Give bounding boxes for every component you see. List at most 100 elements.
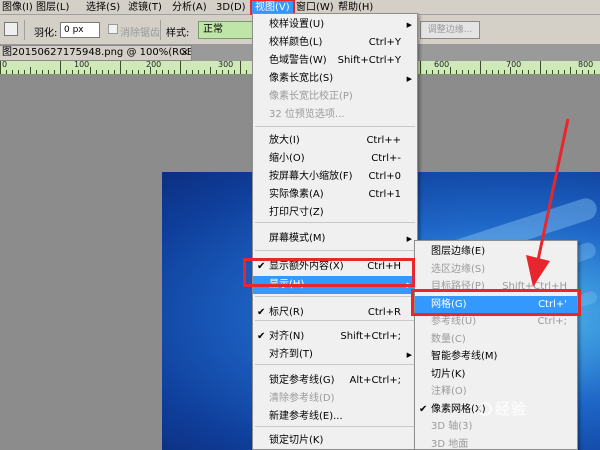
menu-item-label: 屏幕模式(M)	[269, 233, 326, 244]
ruler-tick	[486, 70, 487, 74]
menu-item-label: 校样设置(U)	[269, 19, 325, 30]
menu-item-shortcut: Ctrl+1	[368, 189, 401, 200]
menu-item-shortcut: Ctrl+-	[371, 153, 401, 164]
ruler-tick	[192, 70, 193, 74]
arrow-shaft	[535, 118, 570, 266]
ruler-tick	[228, 70, 229, 74]
menu-item-shortcut: Shift+Ctrl+Y	[337, 55, 401, 66]
show-submenu-item[interactable]: 参考线(U) Ctrl+;	[415, 313, 577, 331]
menu-image[interactable]: 图像(I)	[2, 1, 33, 14]
antialias-checkbox[interactable]	[108, 24, 118, 34]
view-menu-item[interactable]: 锁定切片(K)	[253, 432, 417, 450]
ruler-tick	[420, 61, 421, 74]
ruler-tick	[162, 70, 163, 74]
watermark: 经验	[478, 398, 527, 419]
arrow-head	[526, 255, 550, 287]
menu-item-label: 色域警告(W)	[269, 55, 327, 66]
view-menu-item[interactable]: 新建参考线(E)...	[253, 408, 417, 426]
view-menu-item[interactable]: 放大(I) Ctrl++	[253, 132, 417, 150]
refine-edge-button[interactable]: 调整边缘...	[420, 21, 480, 39]
ruler-tick	[126, 70, 127, 74]
show-submenu-item[interactable]: 3D 地面	[415, 436, 577, 450]
checkmark-icon: ✔	[257, 307, 266, 318]
view-menu-item[interactable]: 32 位预览选项...	[253, 106, 417, 124]
ruler-tick	[474, 70, 475, 74]
view-menu-item[interactable]: 打印尺寸(Z)	[253, 204, 417, 222]
ruler-tick	[90, 67, 91, 74]
ruler-tick	[66, 70, 67, 74]
feather-input[interactable]: 0 px	[60, 22, 100, 38]
ruler-tick	[186, 70, 187, 74]
feather-label: 羽化:	[34, 28, 58, 39]
show-submenu-item[interactable]: 智能参考线(M)	[415, 348, 577, 366]
view-menu: 校样设置(U) ▶ 校样颜色(L) Ctrl+Y 色域警告(W) Shift+Ctrl+Y…	[252, 13, 418, 450]
menu-filter[interactable]: 滤镜(T)	[128, 1, 162, 14]
view-menu-item[interactable]: ✔ 显示额外内容(X) Ctrl+H	[253, 258, 417, 276]
view-menu-item[interactable]: 对齐到(T) ▶	[253, 346, 417, 364]
ruler-tick	[234, 70, 235, 74]
ruler-tick	[120, 61, 121, 74]
ruler-tick	[552, 70, 553, 74]
ruler-tick	[498, 70, 499, 74]
show-submenu-item[interactable]: 切片(K)	[415, 366, 577, 384]
ruler-tick	[432, 70, 433, 74]
ruler-tick	[516, 70, 517, 74]
submenu-arrow-icon: ▶	[406, 281, 412, 289]
menu-3d[interactable]: 3D(D)	[216, 1, 246, 14]
ruler-tick	[564, 70, 565, 74]
view-menu-item[interactable]: 缩小(O) Ctrl+-	[253, 150, 417, 168]
view-menu-item[interactable]: 像素长宽比(S) ▶	[253, 70, 417, 88]
ruler-tick	[42, 70, 43, 74]
separator	[160, 20, 161, 40]
view-menu-item[interactable]: 色域警告(W) Shift+Ctrl+Y	[253, 52, 417, 70]
menu-item-shortcut: Ctrl+0	[368, 171, 401, 182]
ruler-tick	[570, 67, 571, 74]
view-menu-item[interactable]: 显示(H) ▶	[253, 276, 417, 294]
menu-item-label: 显示(H)	[269, 279, 305, 290]
document-tab[interactable]: 图20150627175948.png @ 100%(RGB/8) ×	[0, 45, 192, 61]
ruler-number: 0	[2, 61, 8, 69]
ruler-number: 300	[218, 61, 234, 69]
view-menu-item[interactable]: 校样颜色(L) Ctrl+Y	[253, 34, 417, 52]
menu-divider	[255, 126, 415, 127]
view-menu-item[interactable]: 像素长宽比校正(P)	[253, 88, 417, 106]
ruler-tick	[240, 61, 241, 74]
menu-item-label: 对齐(N)	[269, 331, 305, 342]
marquee-tool-icon[interactable]	[4, 22, 18, 36]
ruler-tick	[246, 70, 247, 74]
menu-item-label: 锁定切片(K)	[269, 435, 324, 446]
menu-item-label: 选区边缘(S)	[431, 263, 486, 275]
menu-item-label: 显示额外内容(X)	[269, 261, 344, 272]
ruler-tick	[156, 70, 157, 74]
view-menu-item[interactable]: ✔ 对齐(N) Shift+Ctrl+;	[253, 328, 417, 346]
menu-item-label: 3D 地面	[431, 438, 469, 450]
ruler-tick	[24, 70, 25, 74]
ruler-tick	[114, 70, 115, 74]
menu-item-label: 像素长宽比校正(P)	[269, 91, 353, 102]
ruler-tick	[576, 70, 577, 74]
menu-item-label: 32 位预览选项...	[269, 109, 345, 120]
view-menu-item[interactable]: 屏幕模式(M) ▶	[253, 230, 417, 248]
view-menu-item[interactable]: 校样设置(U) ▶	[253, 16, 417, 34]
menu-item-shortcut: Ctrl+Y	[368, 37, 401, 48]
show-submenu-item[interactable]: 数量(C)	[415, 331, 577, 349]
view-menu-item[interactable]: ✔ 标尺(R) Ctrl+R	[253, 304, 417, 322]
close-icon[interactable]: ×	[181, 46, 189, 60]
ruler-tick	[198, 70, 199, 74]
ruler-tick	[528, 70, 529, 74]
view-menu-item[interactable]: 锁定参考线(G) Alt+Ctrl+;	[253, 372, 417, 390]
style-label: 样式:	[166, 28, 190, 39]
show-submenu-item[interactable]: 3D 轴(3)	[415, 418, 577, 436]
ruler-tick	[588, 70, 589, 74]
menu-select[interactable]: 选择(S)	[86, 1, 120, 14]
show-submenu-item[interactable]: 网格(G) Ctrl+'	[415, 295, 577, 314]
view-menu-item[interactable]: 清除参考线(D)	[253, 390, 417, 408]
style-select[interactable]: 正常	[198, 21, 254, 39]
menu-item-label: 打印尺寸(Z)	[269, 207, 324, 218]
menu-item-label: 3D 轴(3)	[431, 421, 473, 432]
menu-layer[interactable]: 图层(L)	[36, 1, 69, 14]
watermark-text: 经验	[495, 400, 528, 418]
menu-analysis[interactable]: 分析(A)	[172, 1, 207, 14]
view-menu-item[interactable]: 实际像素(A) Ctrl+1	[253, 186, 417, 204]
view-menu-item[interactable]: 按屏幕大小缩放(F) Ctrl+0	[253, 168, 417, 186]
